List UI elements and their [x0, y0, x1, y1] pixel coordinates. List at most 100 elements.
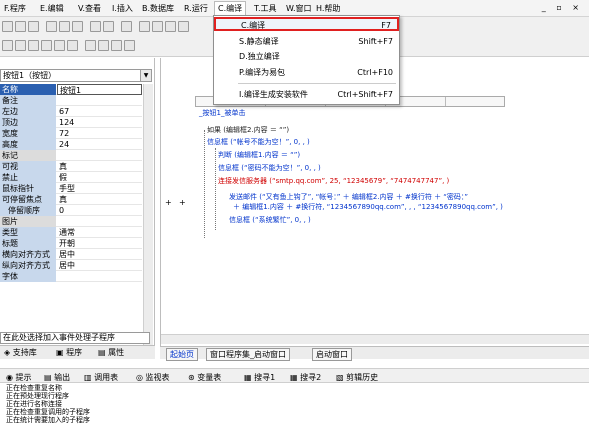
code-line[interactable]: 信息框 (“帐号不能为空！”, 0, , )	[207, 138, 310, 147]
component-selector[interactable]: 按钮1（按钮） ▼	[0, 69, 152, 82]
subroutine-name[interactable]: _按钮1_被单击	[199, 109, 245, 118]
window-controls[interactable]: _ ▫ ×	[542, 3, 583, 12]
property-value[interactable]: 假	[57, 172, 142, 183]
window-icon[interactable]	[152, 21, 163, 32]
align-left-icon[interactable]	[2, 40, 13, 51]
cut-icon[interactable]	[46, 21, 57, 32]
menu-item-standalone-compile[interactable]: D.独立编译	[214, 50, 399, 64]
code-line[interactable]: 信息框 (“系统繁忙”, 0, , )	[229, 216, 311, 225]
property-row[interactable]: 类型 通常	[0, 227, 142, 238]
tab-clip-history[interactable]: ▧ 剪辑历史	[336, 372, 378, 383]
property-value[interactable]	[57, 271, 142, 282]
tab-window-program-set[interactable]: 窗口程序集_启动窗口	[206, 348, 290, 361]
property-row[interactable]: 图片	[0, 216, 142, 227]
property-row[interactable]: 顶边 124	[0, 117, 142, 128]
property-value[interactable]	[57, 150, 142, 161]
align-top-icon[interactable]	[41, 40, 52, 51]
menu-item-compile[interactable]: C.编译 F7	[214, 17, 399, 31]
paste-icon[interactable]	[72, 21, 83, 32]
menu-help[interactable]: H.帮助	[316, 3, 340, 14]
output-log[interactable]: 正在检查重复名称 正在预处理现行程序 正在进行名称连接 正在检查重复调用的子程序…	[0, 384, 589, 437]
property-row[interactable]: 可停留焦点真	[0, 194, 142, 205]
code-line[interactable]: 发送邮件 (“又有鱼上钩了”, “帐号：” ＋ 编辑框2.内容 ＋ #换行符 ＋…	[229, 193, 468, 202]
tab-program[interactable]: ▣ 程序	[56, 347, 82, 359]
code-line[interactable]: 如果 (编辑框2.内容 ＝ “”)	[207, 126, 289, 135]
code-line[interactable]: 连接发信服务器 (“smtp.qq.com”, 25, “12345679”, …	[218, 177, 449, 186]
space-icon[interactable]	[124, 40, 135, 51]
menu-item-static-compile[interactable]: S.静态编译 Shift+F7	[214, 35, 399, 49]
menu-edit[interactable]: E.编辑	[40, 3, 64, 14]
tab-start-page[interactable]: 起始页	[166, 348, 198, 361]
property-value[interactable]: 0	[57, 205, 142, 216]
property-value[interactable]: 124	[57, 117, 142, 128]
tab-search-2[interactable]: ▦ 搜寻2	[290, 372, 321, 383]
menu-program[interactable]: F.程序	[4, 3, 26, 14]
property-row[interactable]: 左边 67	[0, 106, 142, 117]
tab-call-table[interactable]: ▥ 调用表	[84, 372, 118, 383]
tab-startup-window[interactable]: 启动窗口	[312, 348, 352, 361]
menu-run[interactable]: R.运行	[184, 3, 208, 14]
property-value[interactable]: 开朝	[57, 238, 142, 249]
tab-hints[interactable]: ◉ 提示	[6, 372, 32, 383]
property-row[interactable]: 标记	[0, 150, 142, 161]
property-value[interactable]: 72	[57, 128, 142, 139]
property-row[interactable]: 横向对齐方式 居中	[0, 249, 142, 260]
property-row[interactable]: 备注	[0, 95, 142, 106]
property-row[interactable]: 宽度 72	[0, 128, 142, 139]
undo-icon[interactable]	[90, 21, 101, 32]
property-value[interactable]: 居中	[57, 260, 142, 271]
property-value[interactable]: 真	[57, 161, 142, 172]
code-line[interactable]: 信息框 (“密码不能为空！”, 0, , )	[218, 164, 321, 173]
tab-output[interactable]: ▤ 输出	[44, 372, 70, 383]
expand-icon[interactable]: +	[165, 198, 172, 207]
property-row[interactable]: 停留顺序 0	[0, 205, 142, 216]
property-row[interactable]: 禁止假	[0, 172, 142, 183]
same-size-icon[interactable]	[111, 40, 122, 51]
property-value[interactable]: 居中	[57, 249, 142, 260]
code-line[interactable]: 判断 (编辑框1.内容 ＝ “”)	[218, 151, 300, 160]
menu-item-build-installer[interactable]: I.编译生成安装软件 Ctrl+Shift+F7	[214, 88, 399, 102]
property-value[interactable]	[57, 216, 142, 227]
tab-search-1[interactable]: ▦ 搜寻1	[244, 372, 275, 383]
property-value[interactable]: 真	[57, 194, 142, 205]
align-middle-icon[interactable]	[54, 40, 65, 51]
property-value[interactable]: 按钮1	[57, 84, 142, 95]
event-selector[interactable]: 在此处选择加入事件处理子程序	[0, 332, 150, 344]
stop-icon[interactable]	[178, 21, 189, 32]
new-icon[interactable]	[2, 21, 13, 32]
property-value[interactable]: 24	[57, 139, 142, 150]
property-row[interactable]: 名称 按钮1	[0, 84, 142, 95]
property-row[interactable]: 可视真	[0, 161, 142, 172]
run-icon[interactable]	[165, 21, 176, 32]
property-row[interactable]: 字体	[0, 271, 142, 282]
chevron-down-icon[interactable]: ▼	[140, 70, 151, 81]
save-icon[interactable]	[28, 21, 39, 32]
property-scrollbar[interactable]	[143, 84, 153, 346]
tab-watch-table[interactable]: ◎ 监视表	[136, 372, 170, 383]
property-row[interactable]: 鼠标指针 手型	[0, 183, 142, 194]
open-icon[interactable]	[15, 21, 26, 32]
property-row[interactable]: 高度 24	[0, 139, 142, 150]
menu-insert[interactable]: I.插入	[112, 3, 133, 14]
property-value[interactable]: 67	[57, 106, 142, 117]
tab-support-library[interactable]: ◈ 支持库	[4, 347, 37, 359]
menu-item-compile-package[interactable]: P.编译为易包 Ctrl+F10	[214, 66, 399, 80]
redo-icon[interactable]	[103, 21, 114, 32]
copy-icon[interactable]	[59, 21, 70, 32]
align-right-icon[interactable]	[28, 40, 39, 51]
grid-icon[interactable]	[139, 21, 150, 32]
align-bottom-icon[interactable]	[67, 40, 78, 51]
property-value[interactable]: 通常	[57, 227, 142, 238]
menu-tools[interactable]: T.工具	[254, 3, 276, 14]
same-height-icon[interactable]	[98, 40, 109, 51]
same-width-icon[interactable]	[85, 40, 96, 51]
horizontal-scrollbar[interactable]	[161, 334, 589, 344]
tab-variable-table[interactable]: ⊛ 变量表	[188, 372, 221, 383]
find-icon[interactable]	[121, 21, 132, 32]
code-line[interactable]: ＋ 编辑框1.内容 ＋ #换行符, “1234567890qq.com”, , …	[233, 203, 503, 212]
property-value[interactable]: 手型	[57, 183, 142, 194]
menu-window[interactable]: W.窗口	[286, 3, 312, 14]
menu-view[interactable]: V.查看	[78, 3, 101, 14]
property-value[interactable]	[57, 95, 142, 106]
property-row[interactable]: 纵向对齐方式 居中	[0, 260, 142, 271]
